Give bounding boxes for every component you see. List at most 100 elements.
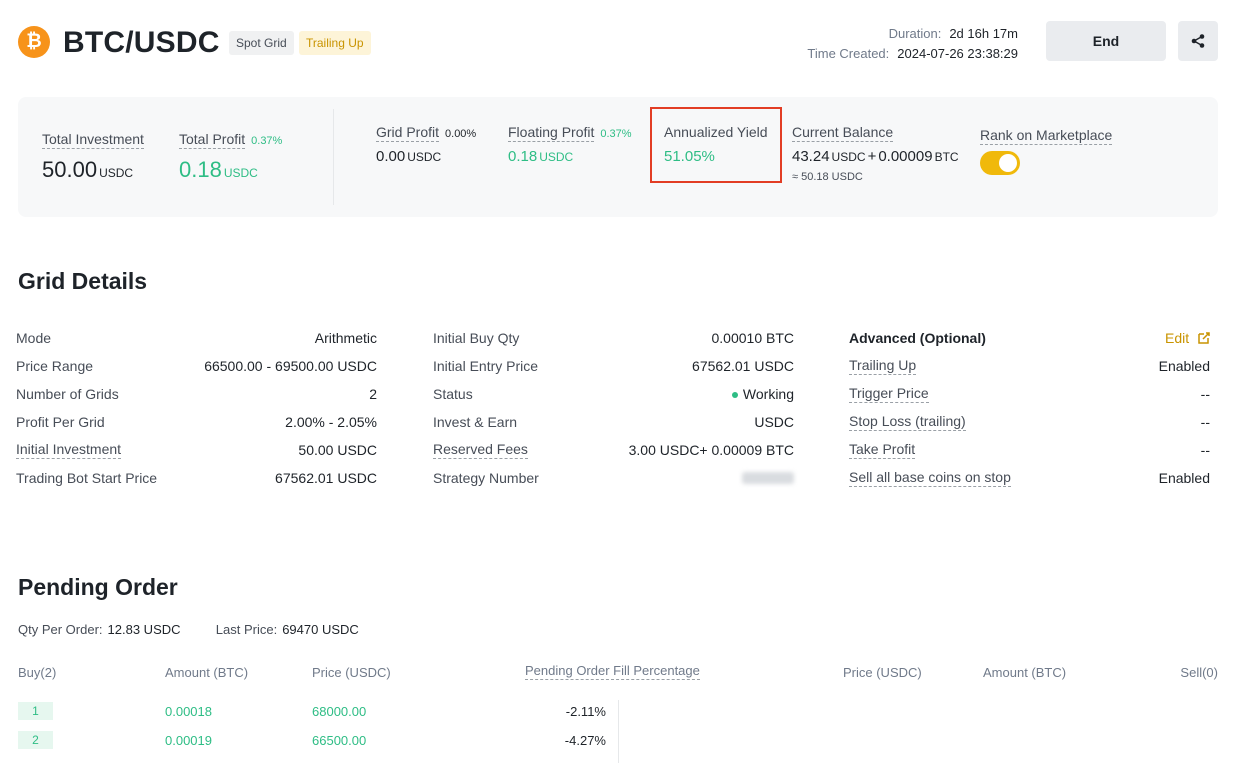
total-profit-pct: 0.37% — [251, 135, 283, 147]
grid-details-title: Grid Details — [18, 268, 148, 294]
sell-all-label[interactable]: Sell all base coins on stop — [849, 469, 1011, 487]
detail-row-take-profit: Take Profit -- — [849, 436, 1210, 464]
total-profit-value: 0.18 — [179, 157, 222, 182]
header-buy: Buy(2) — [18, 665, 57, 680]
detail-row-start-price: Trading Bot Start Price 67562.01 USDC — [16, 464, 377, 492]
balance-btc-value: 0.00009 — [878, 148, 933, 165]
advanced-heading-row: Advanced (Optional) Edit — [849, 324, 1210, 352]
status-value: Working — [742, 386, 794, 402]
grid-profit: Grid Profit 0.00% 0.00 USDC — [376, 124, 476, 165]
detail-row-initial-investment: Initial Investment 50.00 USDC — [16, 436, 377, 464]
buy-qty-value: 0.00010 BTC — [711, 330, 795, 346]
annualized-yield-value: 51.05% — [664, 148, 715, 165]
invest-earn-value: USDC — [754, 414, 794, 430]
toggle-knob — [999, 154, 1017, 172]
last-price-label: Last Price: — [215, 622, 278, 637]
header-fill-percentage[interactable]: Pending Order Fill Percentage — [525, 663, 700, 680]
trailing-tag: Trailing Up — [299, 31, 371, 55]
sell-all-value: Enabled — [1158, 470, 1210, 486]
grid-profit-label[interactable]: Grid Profit — [376, 124, 440, 142]
qty-per-order-value: 12.83 USDC — [107, 622, 181, 637]
grid-profit-pct: 0.00% — [445, 128, 477, 140]
buy-row-fill: -4.27% — [564, 733, 606, 748]
start-price-value: 67562.01 USDC — [275, 470, 377, 486]
rank-marketplace: Rank on Marketplace — [980, 127, 1113, 175]
summary-card: Total Investment 50.00 USDC Total Profit 0… — [18, 97, 1218, 217]
advanced-heading: Advanced (Optional) — [849, 330, 986, 346]
detail-row-strategy-number: Strategy Number — [433, 464, 794, 492]
pending-info: Qty Per Order: 12.83 USDC Last Price: 6947… — [18, 622, 359, 637]
buy-row-amount: 0.00019 — [165, 733, 212, 748]
mode-value: Arithmetic — [314, 330, 377, 346]
qty-per-order-label: Qty Per Order: — [18, 622, 103, 637]
trigger-price-label[interactable]: Trigger Price — [849, 385, 929, 403]
floating-profit: Floating Profit 0.37% 0.18 USDC — [508, 124, 632, 165]
rank-label[interactable]: Rank on Marketplace — [980, 127, 1113, 145]
detail-row-reserved-fees: Reserved Fees 3.00 USDC+ 0.00009 BTC — [433, 436, 794, 464]
detail-row-entry-price: Initial Entry Price 67562.01 USDC — [433, 352, 794, 380]
annualized-yield: Annualized Yield 51.05% — [664, 124, 768, 165]
initial-investment-label[interactable]: Initial Investment — [16, 441, 122, 459]
grids-value: 2 — [369, 386, 377, 402]
take-profit-label[interactable]: Take Profit — [849, 441, 916, 459]
strategy-number-redacted — [742, 472, 794, 484]
buy-row-price: 68000.00 — [312, 704, 367, 719]
edit-link[interactable]: Edit — [1165, 330, 1210, 346]
floating-profit-pct: 0.37% — [600, 128, 632, 140]
buy-row-fill: -2.11% — [565, 704, 606, 719]
total-investment-unit: USDC — [99, 166, 134, 180]
header: ₿ BTC/USDC Spot Grid Trailing Up Duratio… — [18, 18, 1218, 66]
detail-row-buy-qty: Initial Buy Qty 0.00010 BTC — [433, 324, 794, 352]
balance-usdc-unit: USDC — [831, 150, 866, 164]
price-range-label: Price Range — [16, 358, 94, 374]
duration-label: Duration: — [888, 26, 942, 41]
header-price-right: Price (USDC) — [843, 665, 922, 680]
details-col-3: Advanced (Optional) Edit Trailing Up Enab… — [849, 324, 1210, 492]
detail-row-price-range: Price Range 66500.00 - 69500.00 USDC — [16, 352, 377, 380]
stop-loss-label[interactable]: Stop Loss (trailing) — [849, 413, 966, 431]
created-label: Time Created: — [807, 46, 890, 61]
entry-price-label: Initial Entry Price — [433, 358, 539, 374]
header-sell: Sell(0) — [1180, 665, 1218, 680]
floating-profit-label[interactable]: Floating Profit — [508, 124, 595, 142]
total-profit-label[interactable]: Total Profit — [179, 131, 246, 149]
buy-row-price: 66500.00 — [312, 733, 367, 748]
header-amount-right: Amount (BTC) — [983, 665, 1067, 680]
buy-row-amount: 0.00018 — [165, 704, 212, 719]
pending-order-title: Pending Order — [18, 574, 178, 600]
total-investment-value: 50.00 — [42, 157, 98, 182]
last-price-value: 69470 USDC — [282, 622, 359, 637]
duration-value: 2d 16h 17m — [949, 26, 1018, 41]
status-dot-icon — [731, 392, 738, 399]
header-price-left: Price (USDC) — [312, 665, 391, 680]
balance-btc-unit: BTC — [934, 150, 959, 164]
total-investment-label[interactable]: Total Investment — [42, 131, 144, 149]
detail-row-profit-per-grid: Profit Per Grid 2.00% - 2.05% — [16, 408, 377, 436]
rank-toggle[interactable] — [980, 151, 1020, 175]
buy-row-index: 2 — [18, 731, 53, 749]
balance-approx: ≈ 50.18 USDC — [792, 171, 863, 183]
mode-label: Mode — [16, 330, 52, 346]
balance-usdc-value: 43.24 — [792, 148, 830, 165]
balance-plus: + — [867, 148, 877, 165]
detail-row-sell-all: Sell all base coins on stop Enabled — [849, 464, 1210, 492]
start-price-label: Trading Bot Start Price — [16, 470, 158, 486]
detail-row-grids: Number of Grids 2 — [16, 380, 377, 408]
end-button[interactable]: End — [1046, 21, 1166, 61]
grid-profit-unit: USDC — [407, 150, 442, 164]
trailing-up-value: Enabled — [1158, 358, 1210, 374]
buy-row-index: 1 — [18, 702, 53, 720]
edit-icon — [1198, 332, 1210, 344]
pair-title: BTC/USDC — [63, 26, 220, 59]
trailing-up-label[interactable]: Trailing Up — [849, 357, 917, 375]
details-col-1: Mode Arithmetic Price Range 66500.00 - 695… — [16, 324, 377, 492]
reserved-fees-label[interactable]: Reserved Fees — [433, 441, 528, 459]
entry-price-value: 67562.01 USDC — [692, 358, 794, 374]
bot-meta: Duration: 2d 16h 17m Time Created: 2024-07… — [807, 24, 1018, 64]
current-balance-label[interactable]: Current Balance — [792, 124, 894, 142]
bitcoin-icon: ₿ — [18, 26, 50, 58]
price-range-value: 66500.00 - 69500.00 USDC — [204, 358, 377, 374]
share-button[interactable] — [1178, 21, 1218, 61]
detail-row-stop-loss: Stop Loss (trailing) -- — [849, 408, 1210, 436]
grids-label: Number of Grids — [16, 386, 119, 402]
